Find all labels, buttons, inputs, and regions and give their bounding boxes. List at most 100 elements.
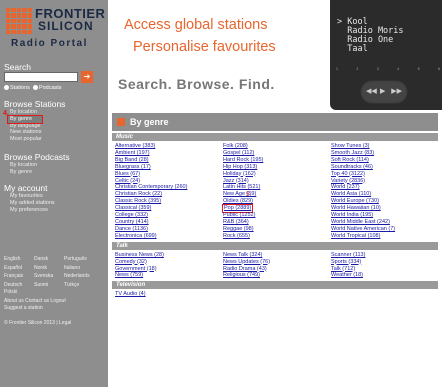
nav-my-added-stations[interactable]: My added stations [10,200,55,207]
genre-link[interactable]: News (759) [115,272,223,279]
genre-link[interactable]: TV Audio (4) [115,291,223,298]
genre-link[interactable]: Religious (749) [223,272,331,279]
genre-link[interactable]: Top 40 (3122) [331,171,439,178]
genre-link[interactable]: Bluegrass (17) [115,164,223,171]
genre-link[interactable]: Rock (655) [223,233,331,240]
genre-link[interactable]: Christian Rock (22) [115,191,223,198]
lang-link[interactable]: Português [64,255,94,264]
nav-most-popular[interactable]: Most popular [10,136,42,143]
genre-link[interactable]: Dance (1136) [115,226,223,233]
radio-podcasts-icon[interactable] [32,85,38,91]
nav-by-genre[interactable]: By genre [7,114,43,124]
genre-link[interactable]: Government (18) [115,266,223,273]
genre-link[interactable]: Alternative (383) [115,143,223,150]
footer-line-1[interactable]: About us Contact us Logout [4,298,66,305]
genre-link[interactable]: Public (1252) [223,212,331,219]
genre-link[interactable]: Business News (28) [115,252,223,259]
search-heading: Search [4,62,31,72]
genre-link[interactable]: World Middle East (242) [331,219,439,226]
genre-link[interactable]: Holiday (162) [223,171,331,178]
lang-link[interactable]: Italiano [64,264,94,273]
lang-link[interactable]: Dansk [34,255,64,264]
genre-column: Scanner (113) Sports (334) Talk (712) Weath… [331,252,439,280]
genre-link[interactable]: Gospel (112) [223,150,331,157]
genre-link[interactable]: Soft Rock (114) [331,157,439,164]
genre-link[interactable]: Scanner (113) [331,252,439,259]
option-stations[interactable]: Stations [10,85,30,91]
genre-link[interactable]: World Tropical (108) [331,233,439,240]
genre-link[interactable]: Christian Contemporary (260) [115,184,223,191]
genre-link[interactable]: Blues (67) [115,171,223,178]
frontier-silicon-logo[interactable]: FRONTIER SILICON Radio Portal [5,6,105,56]
footer-suggest-station[interactable]: Suggest a station [4,305,66,312]
genre-link[interactable]: Sports (334) [331,259,439,266]
genre-link[interactable]: Talk (712) [331,266,439,273]
search-go-button[interactable]: ➔ [81,71,93,83]
forward-icon: ▶▶ [391,88,402,95]
genre-link[interactable]: Reggae (98) [223,226,331,233]
genre-link[interactable]: World Asia (110) [331,191,439,198]
radio-device-image: > Kool Radio Moris Radio One Taal 1 2 3 … [330,0,442,110]
nav-my-preferences[interactable]: My preferences [10,207,55,214]
podcast-nav-by-location[interactable]: By location [10,162,37,169]
radio-stations-icon[interactable] [4,85,9,91]
tagline-search: Search. Browse. Find. [118,76,275,92]
genre-link[interactable]: Classic Rock (395) [115,198,223,205]
lang-link[interactable]: Español [4,264,34,273]
preset-label: 1 [336,67,338,71]
nav-my-favourites[interactable]: My favourites [10,193,55,200]
option-podcasts[interactable]: Podcasts [39,85,62,91]
genre-link[interactable]: World Hawaiian (10) [331,205,439,212]
lang-link[interactable]: Polski [4,289,34,295]
genre-link[interactable]: Jazz (314) [223,178,331,185]
lang-link[interactable]: Svenska [34,272,64,281]
genre-link[interactable]: Smooth Jazz (83) [331,150,439,157]
genre-link[interactable]: New Age (59) [223,191,331,198]
lang-link[interactable]: Français [4,272,34,281]
genre-link[interactable]: College (332) [115,212,223,219]
genre-link[interactable]: Oldies (829) [223,198,331,205]
nav-new-stations[interactable]: New stations [10,129,42,136]
genre-link[interactable]: Soundtracks (46) [331,164,439,171]
search-options: Stations Podcasts [4,85,62,91]
genre-link[interactable]: Big Band (28) [115,157,223,164]
lang-link[interactable]: Norsk [34,264,64,273]
genre-link[interactable]: Variety (2836) [331,178,439,185]
genre-link[interactable]: World (237) [331,184,439,191]
genre-link[interactable]: Country (414) [115,219,223,226]
genre-link[interactable]: World Native American (7) [331,226,439,233]
podcast-nav-by-genre[interactable]: By genre [10,169,37,176]
genre-link[interactable]: Show Tunes (3) [331,143,439,150]
genre-link[interactable]: Celtic (24) [115,178,223,185]
lang-link[interactable]: English [4,255,34,264]
genre-link[interactable]: World India (195) [331,212,439,219]
genre-link[interactable]: Comedy (32) [115,259,223,266]
genre-link[interactable]: Ambient (197) [115,150,223,157]
browse-podcasts-heading: Browse Podcasts [4,152,70,162]
lang-link[interactable]: Deutsch [4,281,34,290]
genre-link[interactable]: News Updates (76) [223,259,331,266]
genre-link[interactable]: World Europe (730) [331,198,439,205]
lang-link[interactable]: Türkçe [64,281,94,290]
genre-link[interactable]: Hard Rock (195) [223,157,331,164]
genre-link[interactable]: News Talk (324) [223,252,331,259]
tagline-access: Access global stations [124,17,268,33]
search-input[interactable] [4,72,78,82]
lang-link[interactable]: Nederlands [64,272,94,281]
genre-link[interactable]: Hip Hop (313) [223,164,331,171]
logo-word-radio-portal: Radio Portal [11,38,88,49]
genre-link[interactable]: Folk (208) [223,143,331,150]
genre-link[interactable]: Weather (18) [331,272,439,279]
nav-by-location[interactable]: By location [10,109,42,116]
lang-link[interactable]: Suomi [34,281,64,290]
preset-label: 2 [356,67,359,71]
genre-link[interactable]: Radio Drama (43) [223,266,331,273]
genre-link[interactable]: Electronica (699) [115,233,223,240]
genre-link[interactable]: R&B (364) [223,219,331,226]
genre-link[interactable]: Latin Hits (521) [223,184,331,191]
sidebar: FRONTIER SILICON Radio Portal Search ➔ S… [0,0,108,387]
logo-grid-icon [6,8,32,34]
genre-link-pop-highlighted[interactable]: Pop (2889) [221,204,254,214]
genre-link[interactable]: Classical (359) [115,205,223,212]
nav-by-language[interactable]: By language [10,123,42,130]
